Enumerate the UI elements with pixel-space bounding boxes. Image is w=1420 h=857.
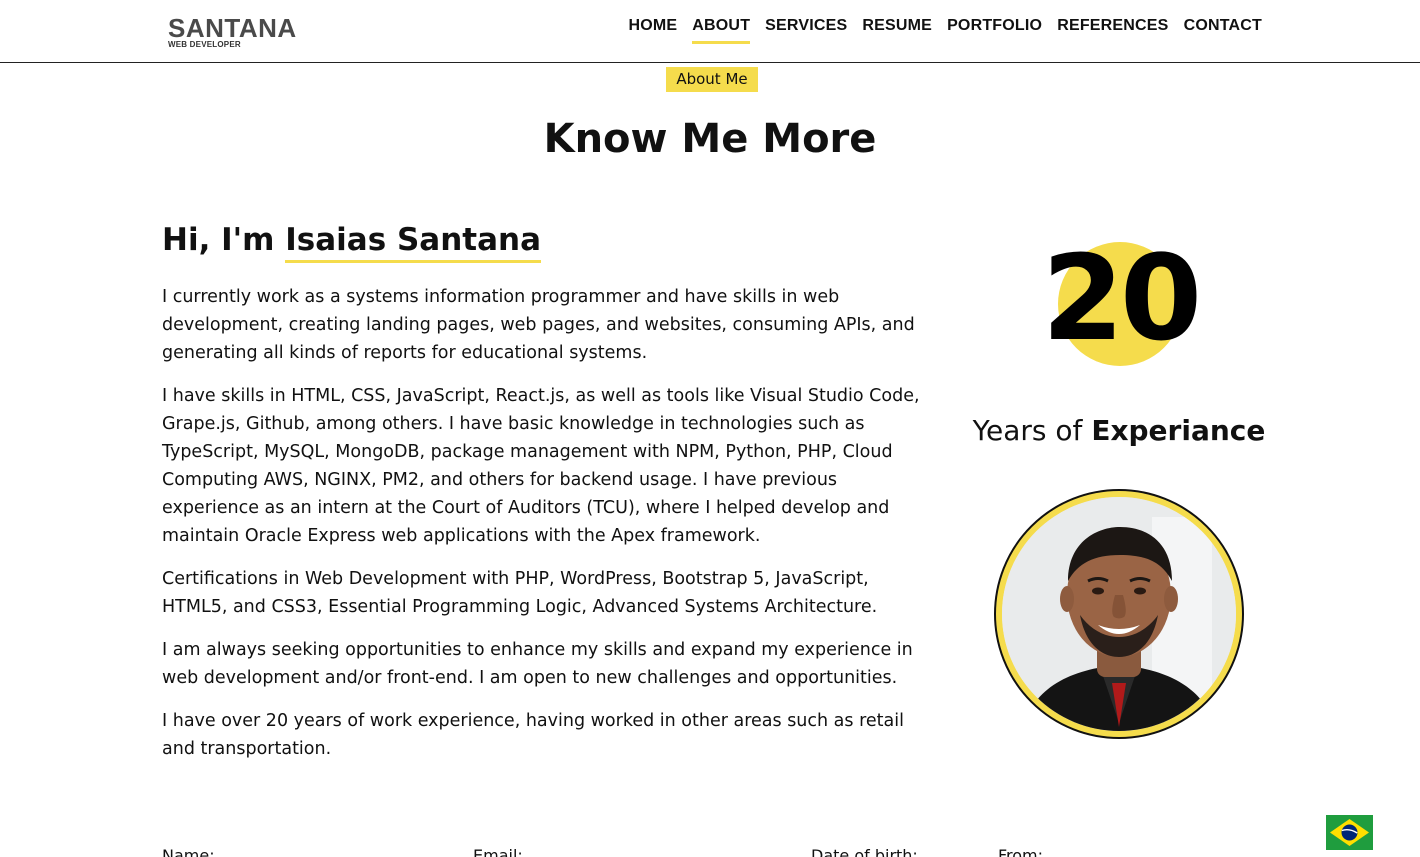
logo-title: SANTANA bbox=[168, 13, 297, 43]
bio-paragraph: I have skills in HTML, CSS, JavaScript, … bbox=[162, 386, 920, 546]
experience-badge: 20 bbox=[1040, 229, 1202, 370]
main-nav: HOME ABOUT SERVICES RESUME PORTFOLIO REF… bbox=[628, 17, 1262, 44]
profile-photo bbox=[994, 489, 1244, 739]
site-logo[interactable]: SANTANA WEB DEVELOPER bbox=[168, 14, 297, 49]
portrait-illustration bbox=[1002, 497, 1236, 731]
site-header: SANTANA WEB DEVELOPER HOME ABOUT SERVICE… bbox=[0, 0, 1420, 63]
nav-home[interactable]: HOME bbox=[628, 17, 677, 44]
info-from-label: From: bbox=[998, 846, 1044, 857]
intro-heading: Hi, I'm Isaias Santana bbox=[162, 222, 542, 263]
nav-contact[interactable]: CONTACT bbox=[1184, 17, 1262, 44]
bio-paragraph: I have over 20 years of work experience,… bbox=[162, 711, 904, 759]
brazil-flag-graphic bbox=[1326, 815, 1373, 850]
experience-label-bold: Experiance bbox=[1091, 414, 1266, 447]
profile-photo-image bbox=[1002, 497, 1236, 731]
info-birth-label: Date of birth: bbox=[811, 846, 918, 857]
experience-label-prefix: Years of bbox=[972, 414, 1092, 447]
section-title: Know Me More bbox=[543, 116, 877, 162]
nav-services[interactable]: SERVICES bbox=[765, 17, 847, 44]
intro-name: Isaias Santana bbox=[285, 222, 542, 263]
nav-references[interactable]: REFERENCES bbox=[1057, 17, 1168, 44]
nav-resume[interactable]: RESUME bbox=[862, 17, 932, 44]
intro-greeting: Hi, I'm bbox=[162, 222, 286, 258]
experience-label: Years of Experiance bbox=[960, 414, 1278, 447]
nav-about[interactable]: ABOUT bbox=[692, 17, 751, 44]
nav-portfolio[interactable]: PORTFOLIO bbox=[947, 17, 1042, 44]
info-name-label: Name: bbox=[162, 846, 215, 857]
info-email-label: Email: bbox=[473, 846, 523, 857]
bio-text: I currently work as a systems informatio… bbox=[162, 283, 922, 778]
bio-paragraph: I currently work as a systems informatio… bbox=[162, 287, 915, 363]
bio-paragraph: Certifications in Web Development with P… bbox=[162, 569, 878, 617]
brazil-flag-icon[interactable] bbox=[1326, 815, 1373, 850]
experience-years: 20 bbox=[1041, 229, 1202, 367]
bio-paragraph: I am always seeking opportunities to enh… bbox=[162, 640, 913, 688]
section-tag: About Me bbox=[666, 67, 758, 92]
